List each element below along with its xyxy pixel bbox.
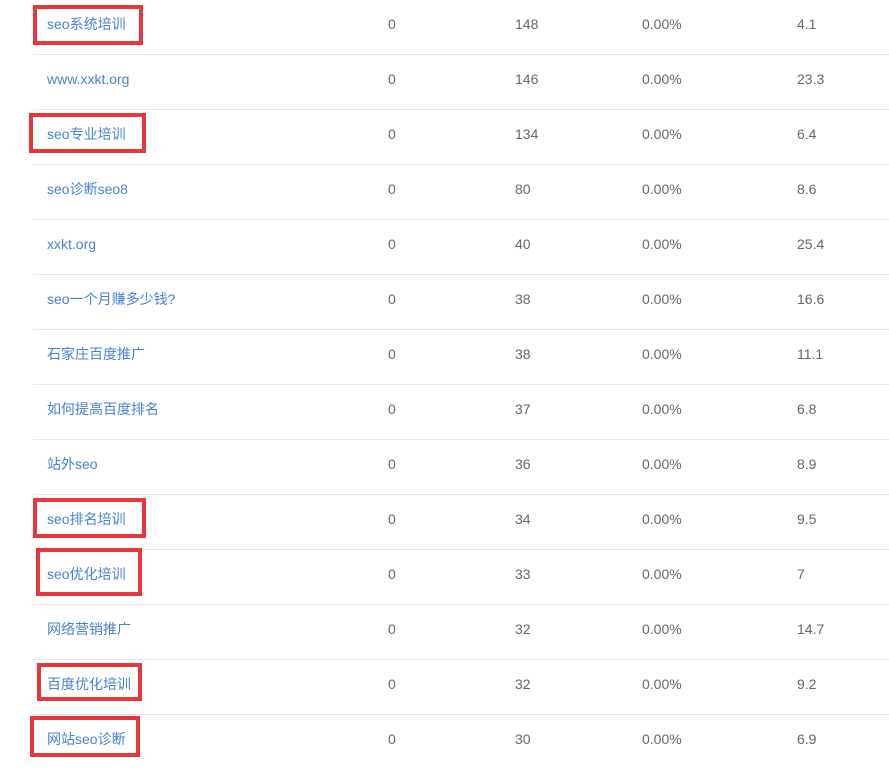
value-cell-col3: 30 [515, 731, 531, 747]
value-cell-col5: 7 [797, 566, 805, 582]
keyword-cell: seo系统培训 [47, 0, 126, 55]
table-row: 石家庄百度推广 0 38 0.00% 11.1 [0, 330, 889, 385]
value-cell-col4: 0.00% [642, 456, 682, 472]
keyword-cell: 如何提高百度排名 [47, 385, 159, 440]
value-cell-col2: 0 [388, 731, 396, 747]
table-row: 站外seo 0 36 0.00% 8.9 [0, 440, 889, 495]
table-row: 如何提高百度排名 0 37 0.00% 6.8 [0, 385, 889, 440]
keyword-cell: seo诊断seo8 [47, 165, 128, 220]
value-cell-col3: 32 [515, 676, 531, 692]
value-cell-col5: 9.5 [797, 511, 817, 527]
value-cell-col5: 6.9 [797, 731, 817, 747]
keyword-cell: seo排名培训 [47, 495, 126, 550]
value-cell-col2: 0 [388, 181, 396, 197]
value-cell-col4: 0.00% [642, 731, 682, 747]
value-cell-col3: 80 [515, 181, 531, 197]
value-cell-col2: 0 [388, 236, 396, 252]
value-cell-col3: 38 [515, 291, 531, 307]
table-row: seo诊断seo8 0 80 0.00% 8.6 [0, 165, 889, 220]
value-cell-col5: 9.2 [797, 676, 817, 692]
keyword-cell: seo专业培训 [47, 110, 126, 165]
value-cell-col4: 0.00% [642, 346, 682, 362]
value-cell-col5: 8.6 [797, 181, 817, 197]
keyword-link[interactable]: 百度优化培训 [47, 676, 131, 692]
value-cell-col2: 0 [388, 346, 396, 362]
value-cell-col2: 0 [388, 566, 396, 582]
keyword-cell: xxkt.org [47, 220, 96, 275]
keyword-cell: 站外seo [47, 440, 98, 495]
value-cell-col3: 32 [515, 621, 531, 637]
keyword-link[interactable]: xxkt.org [47, 236, 96, 252]
keyword-link[interactable]: seo排名培训 [47, 511, 126, 527]
value-cell-col4: 0.00% [642, 16, 682, 32]
value-cell-col5: 25.4 [797, 236, 825, 252]
value-cell-col2: 0 [388, 291, 396, 307]
table-row: seo排名培训 0 34 0.00% 9.5 [0, 495, 889, 550]
value-cell-col3: 33 [515, 566, 531, 582]
value-cell-col2: 0 [388, 621, 396, 637]
keyword-cell: seo优化培训 [47, 550, 126, 605]
value-cell-col3: 134 [515, 126, 539, 142]
value-cell-col2: 0 [388, 16, 396, 32]
keyword-link[interactable]: 站外seo [47, 456, 98, 472]
value-cell-col5: 11.1 [797, 346, 824, 362]
value-cell-col5: 16.6 [797, 291, 825, 307]
value-cell-col3: 40 [515, 236, 531, 252]
value-cell-col2: 0 [388, 676, 396, 692]
value-cell-col3: 37 [515, 401, 531, 417]
table-row: www.xxkt.org 0 146 0.00% 23.3 [0, 55, 889, 110]
value-cell-col5: 6.8 [797, 401, 817, 417]
keyword-cell: 石家庄百度推广 [47, 330, 145, 385]
value-cell-col3: 34 [515, 511, 531, 527]
value-cell-col5: 14.7 [797, 621, 825, 637]
keyword-cell: 百度优化培训 [47, 660, 131, 715]
value-cell-col2: 0 [388, 456, 396, 472]
keyword-link[interactable]: seo诊断seo8 [47, 181, 128, 197]
value-cell-col2: 0 [388, 71, 396, 87]
table-row: seo优化培训 0 33 0.00% 7 [0, 550, 889, 605]
keyword-link[interactable]: www.xxkt.org [47, 71, 129, 87]
keyword-link[interactable]: 如何提高百度排名 [47, 401, 159, 417]
value-cell-col3: 146 [515, 71, 539, 87]
keyword-link[interactable]: 石家庄百度推广 [47, 346, 145, 362]
table-row: 网站seo诊断 0 30 0.00% 6.9 [0, 715, 889, 770]
keyword-cell: 网络营销推广 [47, 605, 131, 660]
table-row: 网络营销推广 0 32 0.00% 14.7 [0, 605, 889, 660]
value-cell-col5: 23.3 [797, 71, 825, 87]
value-cell-col4: 0.00% [642, 566, 682, 582]
value-cell-col5: 4.1 [797, 16, 817, 32]
keyword-link[interactable]: 网站seo诊断 [47, 731, 126, 747]
value-cell-col4: 0.00% [642, 181, 682, 197]
value-cell-col5: 6.4 [797, 126, 817, 142]
value-cell-col2: 0 [388, 511, 396, 527]
keyword-link[interactable]: 网络营销推广 [47, 621, 131, 637]
value-cell-col4: 0.00% [642, 401, 682, 417]
value-cell-col3: 148 [515, 16, 539, 32]
keyword-link[interactable]: seo系统培训 [47, 16, 126, 32]
keyword-link[interactable]: seo一个月赚多少钱? [47, 291, 175, 307]
table-row: 百度优化培训 0 32 0.00% 9.2 [0, 660, 889, 715]
table-row: seo系统培训 0 148 0.00% 4.1 [0, 0, 889, 55]
keyword-link[interactable]: seo专业培训 [47, 126, 126, 142]
keyword-cell: 网站seo诊断 [47, 715, 126, 770]
value-cell-col3: 38 [515, 346, 531, 362]
value-cell-col2: 0 [388, 126, 396, 142]
value-cell-col4: 0.00% [642, 71, 682, 87]
keyword-table: seo系统培训 0 148 0.00% 4.1 www.xxkt.org 0 1… [0, 0, 889, 770]
value-cell-col3: 36 [515, 456, 531, 472]
value-cell-col4: 0.00% [642, 291, 682, 307]
keyword-link[interactable]: seo优化培训 [47, 566, 126, 582]
value-cell-col5: 8.9 [797, 456, 817, 472]
table-row: xxkt.org 0 40 0.00% 25.4 [0, 220, 889, 275]
value-cell-col4: 0.00% [642, 621, 682, 637]
keyword-cell: seo一个月赚多少钱? [47, 275, 175, 330]
value-cell-col2: 0 [388, 401, 396, 417]
keyword-cell: www.xxkt.org [47, 55, 129, 110]
value-cell-col4: 0.00% [642, 676, 682, 692]
value-cell-col4: 0.00% [642, 126, 682, 142]
table-row: seo一个月赚多少钱? 0 38 0.00% 16.6 [0, 275, 889, 330]
value-cell-col4: 0.00% [642, 511, 682, 527]
value-cell-col4: 0.00% [642, 236, 682, 252]
table-row: seo专业培训 0 134 0.00% 6.4 [0, 110, 889, 165]
